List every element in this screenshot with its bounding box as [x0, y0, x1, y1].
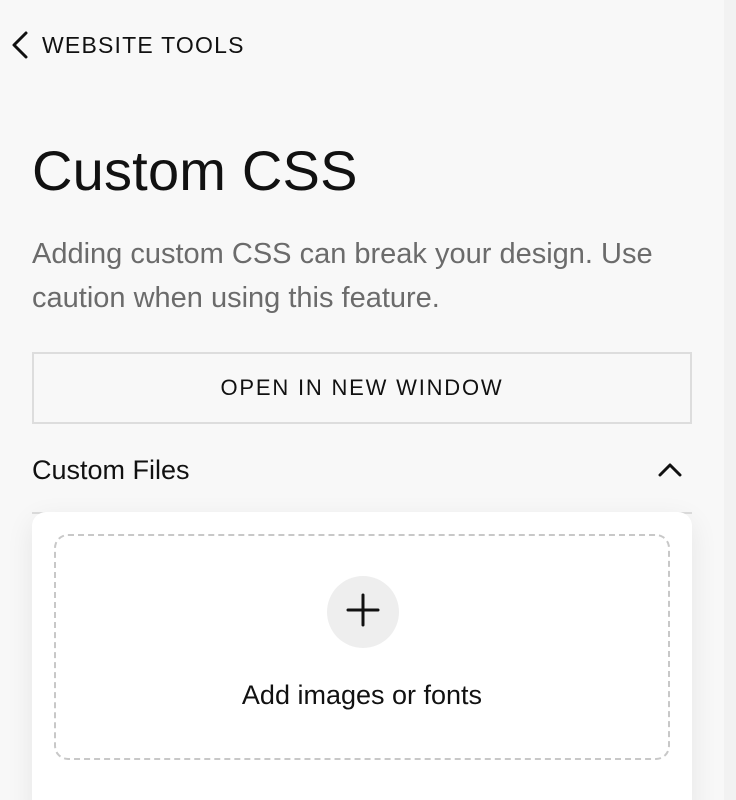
custom-files-section-header[interactable]: Custom Files	[32, 440, 692, 500]
chevron-left-icon	[10, 30, 30, 60]
add-file-button[interactable]	[327, 576, 399, 648]
chevron-up-icon[interactable]	[658, 462, 692, 478]
custom-files-label: Custom Files	[32, 454, 190, 485]
page-description: Adding custom CSS can break your design.…	[32, 238, 653, 314]
dropzone-label: Add images or fonts	[241, 680, 483, 710]
open-in-new-window-button[interactable]: OPEN IN NEW WINDOW	[32, 352, 692, 424]
back-link-label: WEBSITE TOOLS	[42, 31, 245, 58]
plus-icon	[346, 593, 380, 632]
back-to-website-tools-link[interactable]: WEBSITE TOOLS	[10, 30, 245, 60]
custom-files-card: Add images or fonts	[32, 512, 692, 800]
file-dropzone[interactable]: Add images or fonts	[54, 534, 670, 760]
custom-css-panel: WEBSITE TOOLS Custom CSS Adding custom C…	[0, 0, 736, 800]
page-title: Custom CSS	[32, 139, 358, 202]
panel-edge	[724, 0, 736, 800]
